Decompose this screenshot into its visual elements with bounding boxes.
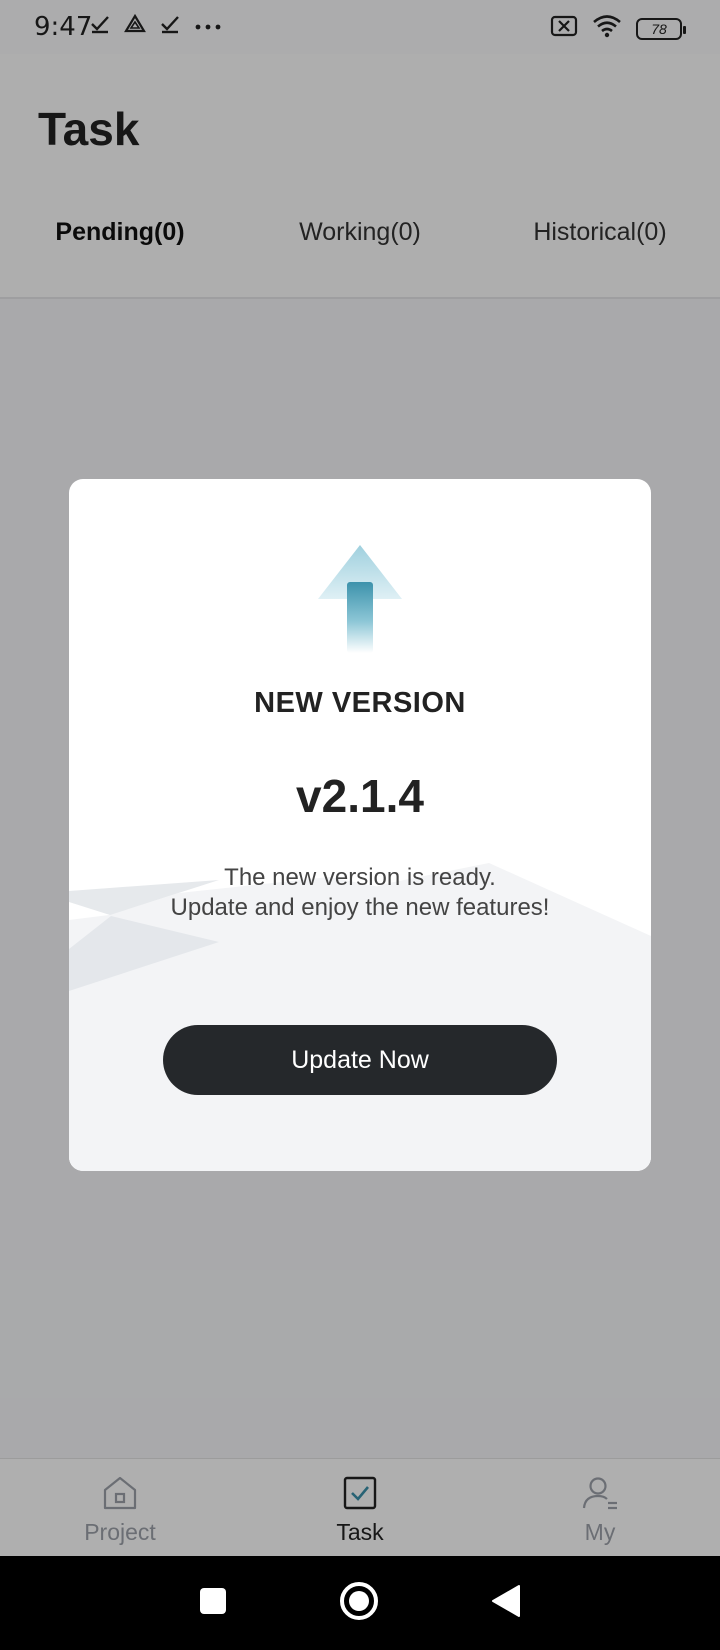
update-message-line2: Update and enjoy the new features! [170,894,550,921]
back-triangle-icon[interactable] [490,1584,522,1623]
update-now-button[interactable]: Update Now [163,1025,557,1095]
dialog-title: NEW VERSION [254,687,466,719]
upload-arrow-icon [316,543,404,653]
home-circle-icon[interactable] [338,1580,380,1627]
update-message: The new version is ready. Update and enj… [69,863,651,923]
version-number: v2.1.4 [296,770,424,822]
recents-square-icon[interactable] [198,1586,228,1621]
update-dialog: NEW VERSION v2.1.4 The new version is re… [69,479,651,1171]
system-nav-bar [0,1556,720,1650]
update-message-line1: The new version is ready. [224,864,496,891]
